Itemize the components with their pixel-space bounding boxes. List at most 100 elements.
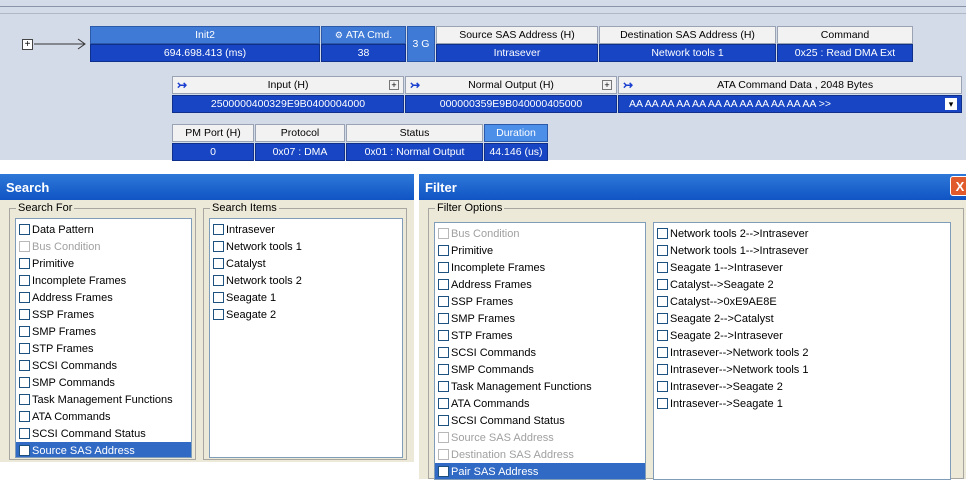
search-for-item-scsi-commands[interactable]: SCSI Commands <box>16 357 191 374</box>
filter-pair-intrasever-network-tools-1[interactable]: Intrasever-->Network tools 1 <box>654 361 950 378</box>
filter-option-ata-commands[interactable]: ATA Commands <box>435 395 645 412</box>
dropdown-icon[interactable]: ▾ <box>945 98 957 110</box>
source-sas-header[interactable]: Source SAS Address (H) <box>436 26 598 44</box>
filter-pair-catalyst-seagate-2[interactable]: Catalyst-->Seagate 2 <box>654 276 950 293</box>
search-for-item-data-pattern[interactable]: Data Pattern <box>16 221 191 238</box>
command-value[interactable]: 0x25 : Read DMA Ext <box>777 44 913 62</box>
speed-cell[interactable]: 3 G <box>407 26 435 62</box>
filter-pair-intrasever-seagate-2[interactable]: Intrasever-->Seagate 2 <box>654 378 950 395</box>
filter-pair-network-tools-2-intrasever[interactable]: Network tools 2-->Intrasever <box>654 225 950 242</box>
search-for-item-address-frames[interactable]: Address Frames <box>16 289 191 306</box>
input-header[interactable]: ↣ Input (H) + <box>172 76 404 94</box>
command-header[interactable]: Command <box>777 26 913 44</box>
checkbox[interactable] <box>657 279 668 290</box>
search-for-item-smp-frames[interactable]: SMP Frames <box>16 323 191 340</box>
checkbox[interactable] <box>213 224 224 235</box>
checkbox[interactable] <box>438 330 449 341</box>
checkbox[interactable] <box>657 347 668 358</box>
checkbox[interactable] <box>213 258 224 269</box>
checkbox[interactable] <box>438 432 449 443</box>
checkbox[interactable] <box>19 326 30 337</box>
checkbox[interactable] <box>213 275 224 286</box>
search-for-item-task-management-functions[interactable]: Task Management Functions <box>16 391 191 408</box>
filter-pair-seagate-2-intrasever[interactable]: Seagate 2-->Intrasever <box>654 327 950 344</box>
search-for-item-bus-condition[interactable]: Bus Condition <box>16 238 191 255</box>
normal-output-header[interactable]: ↣ Normal Output (H) + <box>405 76 617 94</box>
expand-toggle[interactable]: + <box>22 39 33 50</box>
filter-option-source-sas-address[interactable]: Source SAS Address <box>435 429 645 446</box>
search-for-item-primitive[interactable]: Primitive <box>16 255 191 272</box>
filter-option-pair-sas-address[interactable]: Pair SAS Address <box>435 463 645 479</box>
checkbox[interactable] <box>438 364 449 375</box>
status-header[interactable]: Status <box>346 124 483 142</box>
filter-pair-seagate-2-catalyst[interactable]: Seagate 2-->Catalyst <box>654 310 950 327</box>
pm-port-header[interactable]: PM Port (H) <box>172 124 254 142</box>
checkbox[interactable] <box>657 330 668 341</box>
checkbox[interactable] <box>438 279 449 290</box>
checkbox[interactable] <box>213 309 224 320</box>
checkbox[interactable] <box>213 241 224 252</box>
search-item-intrasever[interactable]: Intrasever <box>210 221 402 238</box>
checkbox[interactable] <box>19 445 30 456</box>
checkbox[interactable] <box>19 343 30 354</box>
filter-pair-network-tools-1-intrasever[interactable]: Network tools 1-->Intrasever <box>654 242 950 259</box>
checkbox[interactable] <box>657 228 668 239</box>
checkbox[interactable] <box>19 360 30 371</box>
checkbox[interactable] <box>438 466 449 477</box>
search-item-seagate-1[interactable]: Seagate 1 <box>210 289 402 306</box>
filter-option-smp-frames[interactable]: SMP Frames <box>435 310 645 327</box>
expand-icon[interactable]: + <box>602 80 612 90</box>
search-for-item-scsi-command-status[interactable]: SCSI Command Status <box>16 425 191 442</box>
pm-port-value[interactable]: 0 <box>172 143 254 161</box>
search-for-item-source-sas-address[interactable]: Source SAS Address <box>16 442 191 457</box>
checkbox[interactable] <box>657 296 668 307</box>
search-for-item-smp-commands[interactable]: SMP Commands <box>16 374 191 391</box>
checkbox[interactable] <box>19 292 30 303</box>
search-item-network-tools-1[interactable]: Network tools 1 <box>210 238 402 255</box>
protocol-value[interactable]: 0x07 : DMA <box>255 143 345 161</box>
ata-cmd-value[interactable]: 38 <box>321 44 406 62</box>
checkbox[interactable] <box>657 381 668 392</box>
filter-option-bus-condition[interactable]: Bus Condition <box>435 225 645 242</box>
checkbox[interactable] <box>438 347 449 358</box>
checkbox[interactable] <box>19 258 30 269</box>
init-label[interactable]: Init2 <box>90 26 320 44</box>
ata-cmd-header[interactable]: ⚙ ATA Cmd. <box>321 26 406 44</box>
dest-sas-value[interactable]: Network tools 1 <box>599 44 776 62</box>
status-value[interactable]: 0x01 : Normal Output <box>346 143 483 161</box>
checkbox[interactable] <box>438 398 449 409</box>
filter-pair-intrasever-network-tools-2[interactable]: Intrasever-->Network tools 2 <box>654 344 950 361</box>
filter-pair-intrasever-seagate-1[interactable]: Intrasever-->Seagate 1 <box>654 395 950 412</box>
search-for-list[interactable]: Data Pattern Bus Condition Primitive Incomp… <box>15 218 192 458</box>
checkbox[interactable] <box>213 292 224 303</box>
checkbox[interactable] <box>438 381 449 392</box>
checkbox[interactable] <box>19 428 30 439</box>
checkbox[interactable] <box>438 245 449 256</box>
checkbox[interactable] <box>438 415 449 426</box>
checkbox[interactable] <box>19 377 30 388</box>
filter-option-ssp-frames[interactable]: SSP Frames <box>435 293 645 310</box>
filter-pair-seagate-1-intrasever[interactable]: Seagate 1-->Intrasever <box>654 259 950 276</box>
input-value[interactable]: 2500000400329E9B0400004000 <box>172 95 404 113</box>
normal-output-value[interactable]: 000000359E9B040000405000 <box>405 95 617 113</box>
checkbox[interactable] <box>438 296 449 307</box>
checkbox[interactable] <box>657 398 668 409</box>
search-for-item-ata-commands[interactable]: ATA Commands <box>16 408 191 425</box>
protocol-header[interactable]: Protocol <box>255 124 345 142</box>
duration-value[interactable]: 44.146 (us) <box>484 143 548 161</box>
filter-option-scsi-command-status[interactable]: SCSI Command Status <box>435 412 645 429</box>
checkbox[interactable] <box>19 309 30 320</box>
dest-sas-header[interactable]: Destination SAS Address (H) <box>599 26 776 44</box>
filter-option-destination-sas-address[interactable]: Destination SAS Address <box>435 446 645 463</box>
checkbox[interactable] <box>657 313 668 324</box>
close-icon[interactable]: X <box>950 176 966 196</box>
ata-data-value[interactable]: AA AA AA AA AA AA AA AA AA AA AA AA >> ▾ <box>618 95 962 113</box>
search-item-network-tools-2[interactable]: Network tools 2 <box>210 272 402 289</box>
search-items-list[interactable]: Intrasever Network tools 1 Catalyst Network… <box>209 218 403 458</box>
search-item-seagate-2[interactable]: Seagate 2 <box>210 306 402 323</box>
checkbox[interactable] <box>438 262 449 273</box>
checkbox[interactable] <box>19 411 30 422</box>
checkbox[interactable] <box>657 262 668 273</box>
search-for-item-stp-frames[interactable]: STP Frames <box>16 340 191 357</box>
checkbox[interactable] <box>438 228 449 239</box>
